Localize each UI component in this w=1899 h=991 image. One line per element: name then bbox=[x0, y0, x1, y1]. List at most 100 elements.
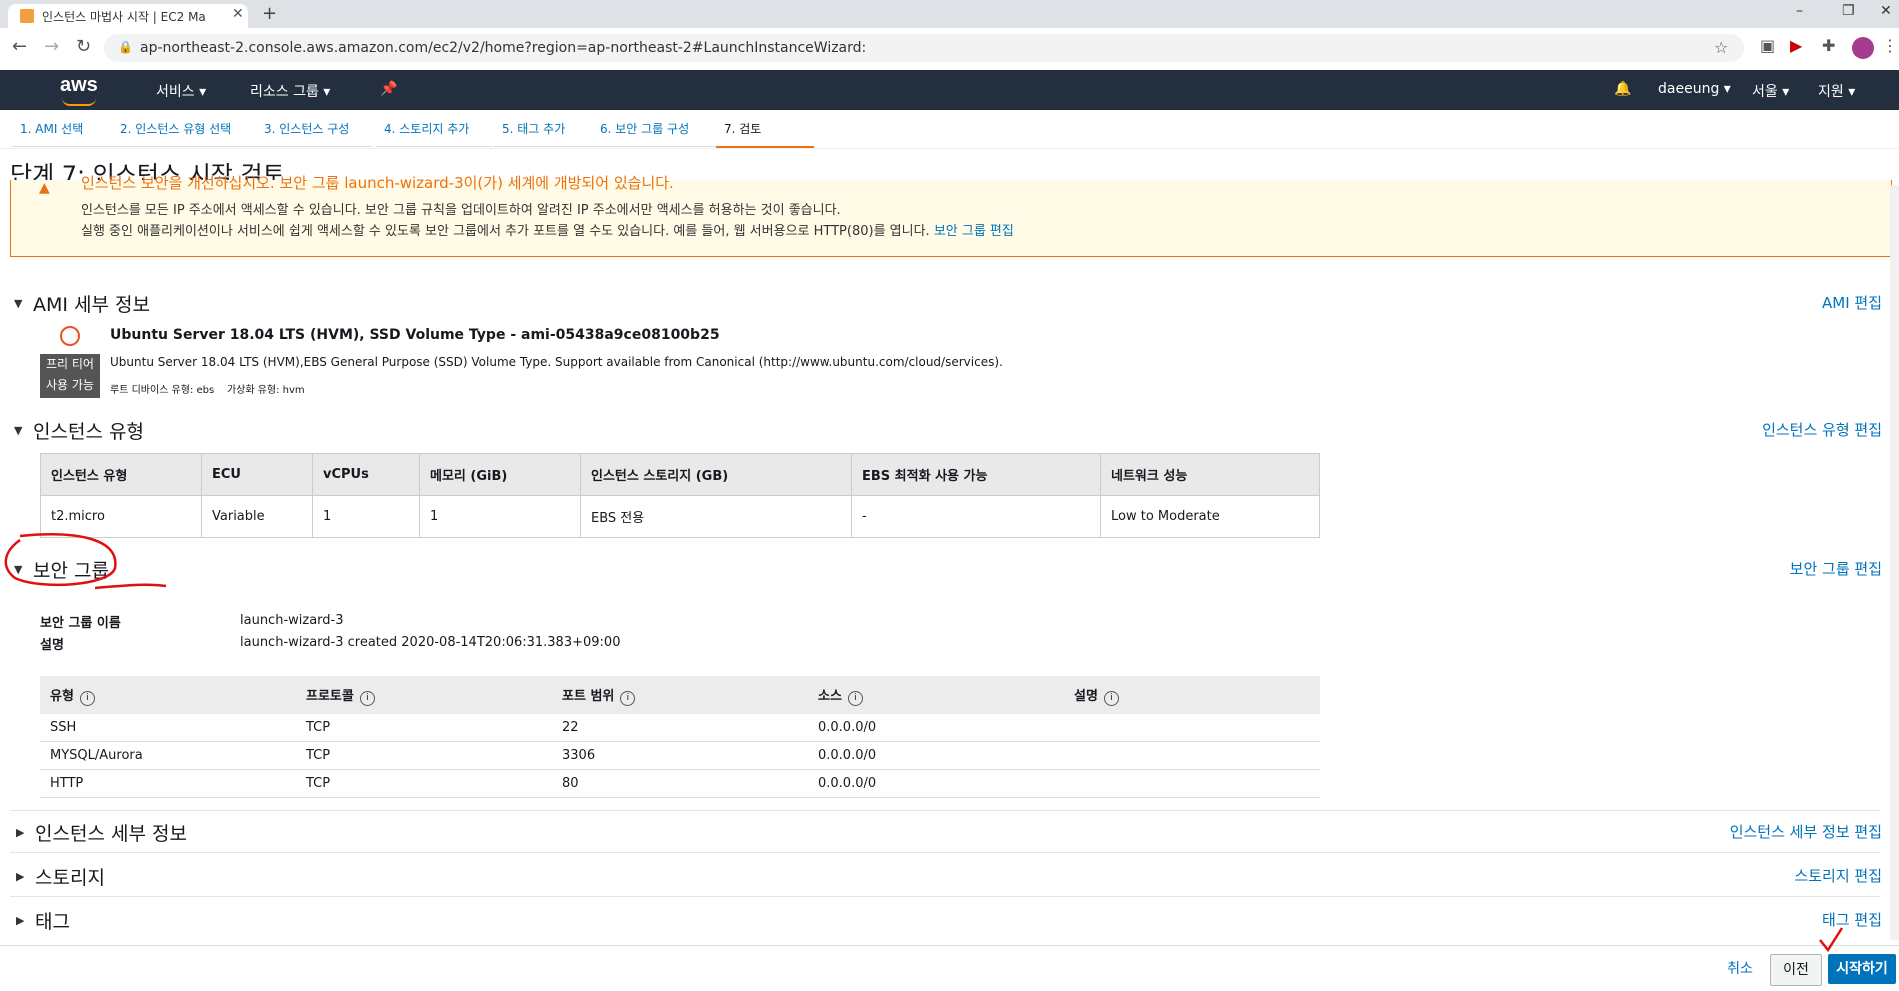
storage-section-title[interactable]: 스토리지 bbox=[35, 863, 105, 890]
info-icon[interactable]: i bbox=[359, 690, 375, 706]
wizard-footer: 취소 이전 시작하기 bbox=[0, 927, 1899, 991]
cell: TCP bbox=[296, 741, 552, 770]
instance-type-section-title[interactable]: 인스턴스 유형 bbox=[33, 417, 144, 444]
col-source: 소스 i bbox=[808, 676, 1064, 714]
instance-details-section-title[interactable]: 인스턴스 세부 정보 bbox=[35, 819, 187, 846]
new-tab-icon[interactable]: + bbox=[262, 3, 277, 24]
expand-icon[interactable]: ▶ bbox=[16, 914, 24, 927]
resource-groups-menu[interactable]: 리소스 그룹 ▾ bbox=[250, 81, 330, 101]
table-row: t2.micro Variable 1 1 EBS 전용 - Low to Mo… bbox=[40, 495, 1320, 538]
scrollbar[interactable] bbox=[1890, 185, 1899, 940]
step-security-group[interactable]: 6. 보안 그룹 구성 bbox=[592, 120, 720, 147]
cell bbox=[1064, 769, 1320, 798]
step-tags[interactable]: 5. 태그 추가 bbox=[494, 120, 598, 147]
step-storage[interactable]: 4. 스토리지 추가 bbox=[376, 120, 492, 147]
cell: HTTP bbox=[40, 769, 296, 798]
cell: SSH bbox=[40, 714, 296, 742]
col-port-range: 포트 범위 i bbox=[552, 676, 808, 714]
expand-icon[interactable]: ▶ bbox=[16, 870, 24, 883]
bookmark-star-icon[interactable]: ☆ bbox=[1714, 38, 1728, 57]
col-ebs: EBS 최적화 사용 가능 bbox=[851, 453, 1101, 496]
ubuntu-logo-icon bbox=[60, 326, 80, 346]
aws-top-nav: aws 서비스 ▾ 리소스 그룹 ▾ 📌 🔔 daeeung ▾ 서울 ▾ 지원… bbox=[0, 70, 1899, 110]
collapse-icon[interactable]: ▼ bbox=[14, 297, 22, 310]
puzzle-icon[interactable]: ✚ bbox=[1822, 36, 1835, 55]
cell bbox=[1064, 714, 1320, 742]
menu-kebab-icon[interactable]: ⋮ bbox=[1882, 36, 1898, 55]
col-protocol: 프로토콜 i bbox=[296, 676, 552, 714]
warning-icon: ▲ bbox=[39, 180, 50, 196]
sg-name-value: launch-wizard-3 bbox=[240, 613, 344, 628]
storage-edit-link[interactable]: 스토리지 편집 bbox=[1650, 865, 1882, 886]
ami-attributes: 루트 디바이스 유형: ebs 가상화 유형: hvm bbox=[110, 385, 305, 396]
step-instance-type[interactable]: 2. 인스턴스 유형 선택 bbox=[112, 120, 256, 147]
step-configure[interactable]: 3. 인스턴스 구성 bbox=[256, 120, 372, 147]
divider bbox=[10, 896, 1880, 897]
previous-button[interactable]: 이전 bbox=[1770, 954, 1822, 986]
red-checkmark-annotation bbox=[1819, 927, 1844, 953]
reload-icon[interactable]: ↻ bbox=[76, 36, 91, 57]
cell: 0.0.0.0/0 bbox=[808, 714, 1064, 742]
cancel-button[interactable]: 취소 bbox=[1718, 954, 1762, 984]
step-review[interactable]: 7. 검토 bbox=[716, 120, 814, 148]
close-window-icon[interactable]: ✕ bbox=[1880, 3, 1892, 19]
cell: 0.0.0.0/0 bbox=[808, 741, 1064, 770]
minimize-icon[interactable]: – bbox=[1796, 3, 1803, 19]
aws-logo[interactable]: aws bbox=[60, 74, 98, 97]
cell: 80 bbox=[552, 769, 808, 798]
ami-section-title[interactable]: AMI 세부 정보 bbox=[33, 290, 150, 317]
instance-type-table: 인스턴스 유형 ECU vCPUs 메모리 (GiB) 인스턴스 스토리지 (G… bbox=[40, 453, 1320, 538]
url-text: ap-northeast-2.console.aws.amazon.com/ec… bbox=[140, 40, 867, 56]
collapse-icon[interactable]: ▼ bbox=[14, 424, 22, 437]
instance-type-edit-link[interactable]: 인스턴스 유형 편집 bbox=[1650, 419, 1882, 440]
col-description: 설명 i bbox=[1064, 676, 1320, 714]
instance-details-edit-link[interactable]: 인스턴스 세부 정보 편집 bbox=[1600, 821, 1882, 842]
ami-edit-link[interactable]: AMI 편집 bbox=[1700, 292, 1882, 313]
security-group-edit-link[interactable]: 보안 그룹 편집 bbox=[1700, 558, 1882, 579]
expand-icon[interactable]: ▶ bbox=[16, 826, 24, 839]
profile-avatar[interactable] bbox=[1852, 37, 1874, 59]
region-menu[interactable]: 서울 ▾ bbox=[1752, 81, 1789, 101]
notification-bell-icon[interactable]: 🔔 bbox=[1614, 81, 1631, 97]
tags-edit-link[interactable]: 태그 편집 bbox=[1700, 909, 1882, 930]
table-row: SSH TCP 22 0.0.0.0/0 bbox=[40, 714, 1320, 742]
info-icon[interactable]: i bbox=[79, 690, 95, 706]
pin-icon[interactable]: 📌 bbox=[380, 81, 397, 97]
step-ami[interactable]: 1. AMI 선택 bbox=[12, 120, 120, 147]
sg-desc-value: launch-wizard-3 created 2020-08-14T20:06… bbox=[240, 635, 621, 650]
account-menu[interactable]: daeeung ▾ bbox=[1658, 81, 1731, 97]
info-icon[interactable]: i bbox=[1103, 690, 1119, 706]
forward-icon[interactable]: → bbox=[44, 36, 59, 57]
extension-icon[interactable]: ▣ bbox=[1760, 36, 1775, 55]
browser-tab[interactable]: 인스턴스 마법사 시작 | EC2 Ma ✕ bbox=[8, 4, 248, 28]
ami-name: Ubuntu Server 18.04 LTS (HVM), SSD Volum… bbox=[110, 327, 720, 343]
divider bbox=[10, 852, 1880, 853]
cell: EBS 전용 bbox=[580, 495, 852, 538]
col-storage: 인스턴스 스토리지 (GB) bbox=[580, 453, 852, 496]
red-annotation-circle bbox=[4, 533, 167, 590]
close-tab-icon[interactable]: ✕ bbox=[232, 6, 244, 22]
info-icon[interactable]: i bbox=[620, 690, 636, 706]
info-icon[interactable]: i bbox=[847, 690, 863, 706]
extension-red-icon[interactable]: ▶ bbox=[1790, 36, 1802, 55]
col-instance-type: 인스턴스 유형 bbox=[40, 453, 202, 496]
sg-name-label: 보안 그룹 이름 bbox=[40, 616, 121, 631]
services-menu[interactable]: 서비스 ▾ bbox=[156, 81, 206, 101]
warning-title: 인스턴스 보안을 개선하십시오. 보안 그룹 launch-wizard-3이(… bbox=[81, 174, 674, 192]
warning-line-2: 실행 중인 애플리케이션이나 서비스에 쉽게 액세스할 수 있도록 보안 그룹에… bbox=[81, 224, 1014, 239]
url-field[interactable]: 🔒 ap-northeast-2.console.aws.amazon.com/… bbox=[104, 34, 1744, 62]
edit-security-group-link[interactable]: 보안 그룹 편집 bbox=[934, 224, 1014, 239]
back-icon[interactable]: ← bbox=[12, 36, 27, 57]
security-rules-table: 유형 i 프로토콜 i 포트 범위 i 소스 i 설명 i SSH TCP 22 0.0.… bbox=[40, 676, 1320, 798]
maximize-icon[interactable]: ❐ bbox=[1842, 3, 1855, 19]
table-row: MYSQL/Aurora TCP 3306 0.0.0.0/0 bbox=[40, 741, 1320, 770]
free-tier-badge: 프리 티어 사용 가능 bbox=[40, 354, 100, 398]
col-memory: 메모리 (GiB) bbox=[419, 453, 581, 496]
launch-button[interactable]: 시작하기 bbox=[1828, 954, 1896, 984]
tags-section-title[interactable]: 태그 bbox=[35, 907, 70, 934]
security-warning: ▲ 인스턴스 보안을 개선하십시오. 보안 그룹 launch-wizard-3… bbox=[10, 174, 1892, 257]
col-network: 네트워크 성능 bbox=[1100, 453, 1320, 496]
divider bbox=[10, 810, 1880, 811]
support-menu[interactable]: 지원 ▾ bbox=[1818, 81, 1855, 101]
cell: Variable bbox=[201, 495, 313, 538]
